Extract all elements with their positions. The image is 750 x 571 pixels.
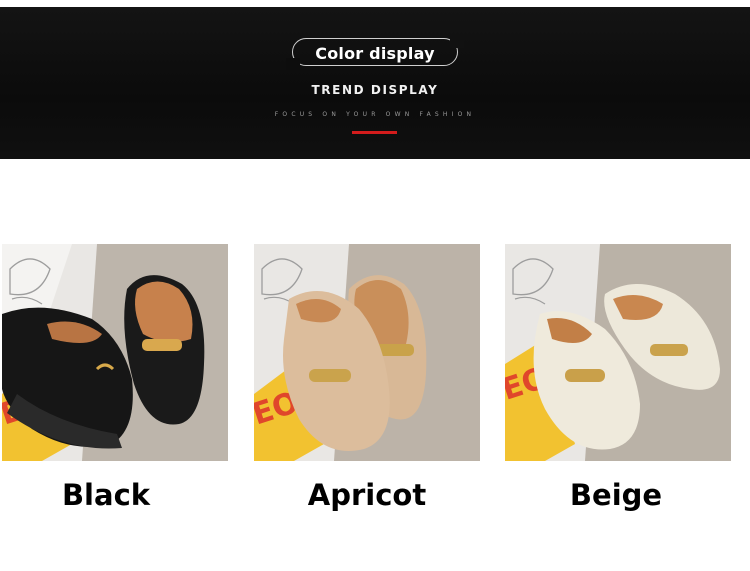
product-photo-apricot: EON xyxy=(254,244,480,461)
accent-underline xyxy=(352,131,397,134)
section-subheading: TREND DISPLAY xyxy=(311,83,439,97)
product-photo-beige: EON xyxy=(505,244,731,461)
section-tagline: FOCUS ON YOUR OWN FASHION xyxy=(274,111,476,118)
product-photo-black: EON xyxy=(2,244,228,461)
product-label-black: Black xyxy=(61,478,151,512)
product-label-apricot: Apricot xyxy=(307,478,427,512)
product-label-beige: Beige xyxy=(569,478,663,512)
section-heading: Color display xyxy=(315,44,435,63)
